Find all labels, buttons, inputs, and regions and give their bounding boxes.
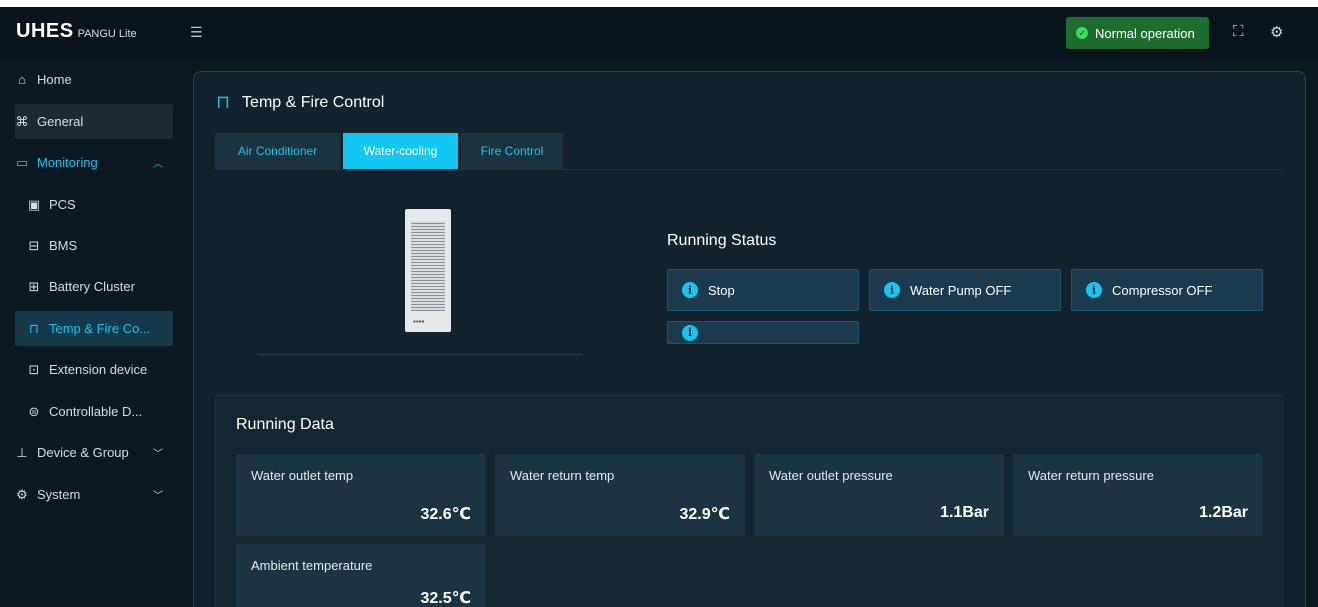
unit-divider <box>258 354 583 355</box>
sidebar-item-temp-fire-control[interactable]: ⊓ Temp & Fire Co... <box>15 311 173 346</box>
info-icon: i <box>682 282 698 298</box>
data-card-label: Water outlet pressure <box>769 468 893 483</box>
battery-cluster-icon: ⊞ <box>28 278 40 294</box>
cog-icon: ⚙ <box>16 486 28 502</box>
sidebar-item-label: Battery Cluster <box>49 279 135 294</box>
sidebar-item-label: PCS <box>49 197 76 212</box>
sidebar-item-label: Controllable D... <box>49 404 143 419</box>
sidebar-item-pcs[interactable]: ▣ PCS <box>15 187 173 222</box>
sidebar-item-extension-device[interactable]: ⊡ Extension device <box>15 352 173 387</box>
unit-grille <box>411 221 445 311</box>
unit-base: ▪▪▪▪ <box>413 317 425 326</box>
sidebar-item-label: BMS <box>49 238 78 253</box>
app-logo[interactable]: UHES PANGU Lite <box>16 20 137 43</box>
logo-product: PANGU Lite <box>77 28 137 40</box>
status-label: Water Pump OFF <box>910 282 1012 298</box>
home-icon: ⌂ <box>18 72 26 87</box>
running-status-title: Running Status <box>667 232 777 249</box>
sidebar-item-label: System <box>37 487 81 502</box>
info-icon: i <box>1086 282 1102 298</box>
page-title: ⊓ Temp & Fire Control <box>216 92 384 113</box>
hierarchy-icon: ⊥ <box>16 444 28 460</box>
grid-icon: ⌘ <box>15 113 29 129</box>
chevron-down-icon: ﹀ <box>153 449 163 460</box>
data-card-label: Water return pressure <box>1028 468 1154 483</box>
sidebar-item-label: Temp & Fire Co... <box>49 321 151 336</box>
sidebar-item-label: Device & Group <box>37 445 129 460</box>
info-icon: i <box>682 324 698 341</box>
top-bar: UHES PANGU Lite ☰ ✓ Normal operation ⛶ ⚙ <box>0 0 1318 60</box>
data-card-label: Water return temp <box>510 468 615 483</box>
sidebar-item-controllable-device[interactable]: ⊜ Controllable D... <box>15 394 173 429</box>
data-card-water-return-temp: Water return temp 32.9℃ <box>495 454 745 536</box>
data-card-ambient-temperature: Ambient temperature 32.5℃ <box>236 544 486 607</box>
running-data-title: Running Data <box>236 416 334 433</box>
water-cooling-unit-image: ▪▪▪▪ <box>405 209 451 332</box>
sidebar-item-label: General <box>37 114 84 129</box>
page-title-text: Temp & Fire Control <box>242 93 385 111</box>
tab-divider <box>215 169 1283 170</box>
sidebar-item-label: Monitoring <box>37 155 98 170</box>
data-card-water-return-pressure: Water return pressure 1.2Bar <box>1013 454 1263 536</box>
status-compressor: i Compressor OFF <box>1071 269 1263 311</box>
data-card-value: 1.2Bar <box>1199 504 1248 521</box>
info-icon: i <box>884 282 900 298</box>
extinguisher-icon: ⊓ <box>28 320 40 336</box>
data-card-label: Water outlet temp <box>251 468 354 483</box>
sidebar-item-monitoring[interactable]: ▭ Monitoring ︿ <box>15 145 173 180</box>
data-card-value: 1.1Bar <box>940 504 989 521</box>
tab-air-conditioner[interactable]: Air Conditioner <box>215 133 340 169</box>
status-water-pump: i Water Pump OFF <box>869 269 1061 311</box>
status-label: Compressor OFF <box>1112 282 1213 298</box>
monitor-icon: ▭ <box>15 154 29 170</box>
menu-collapse-icon[interactable]: ☰ <box>190 24 203 41</box>
status-running-state: i Stop <box>667 269 859 311</box>
settings-gear-icon[interactable]: ⚙ <box>1270 23 1283 41</box>
sidebar-item-bms[interactable]: ⊟ BMS <box>15 228 173 263</box>
data-card-label: Ambient temperature <box>251 558 373 573</box>
status-label: Stop <box>708 282 735 298</box>
data-card-value: 32.5℃ <box>420 590 471 607</box>
sidebar-item-label: Extension device <box>49 362 148 377</box>
extinguisher-icon: ⊓ <box>216 92 231 112</box>
sidebar-item-system[interactable]: ⚙ System ﹀ <box>15 477 173 512</box>
data-card-value: 32.9℃ <box>679 506 730 523</box>
operation-status-text: Normal operation <box>1095 25 1195 41</box>
tab-fire-control[interactable]: Fire Control <box>461 133 563 169</box>
tab-water-cooling[interactable]: Water-cooling <box>343 133 458 169</box>
chevron-up-icon: ︿ <box>153 159 163 170</box>
pcs-icon: ▣ <box>27 196 41 212</box>
data-card-water-outlet-temp: Water outlet temp 32.6℃ <box>236 454 486 536</box>
sidebar-item-device-group[interactable]: ⊥ Device & Group ﹀ <box>15 435 173 470</box>
device-icon: ⊡ <box>28 361 40 377</box>
battery-icon: ⊟ <box>28 237 40 253</box>
sidebar-item-battery-cluster[interactable]: ⊞ Battery Cluster <box>15 269 173 304</box>
data-card-value: 32.6℃ <box>420 506 471 523</box>
sidebar-item-label: Home <box>37 72 72 87</box>
sidebar-item-general[interactable]: ⌘ General <box>15 104 173 139</box>
status-extra: i <box>667 321 859 344</box>
device-tabs: Air Conditioner Water-cooling Fire Contr… <box>215 133 563 169</box>
fullscreen-icon[interactable]: ⛶ <box>1233 23 1244 40</box>
operation-status-badge: ✓ Normal operation <box>1066 17 1209 49</box>
chevron-down-icon: ﹀ <box>153 491 163 502</box>
logo-brand: UHES <box>16 20 74 42</box>
check-circle-icon: ✓ <box>1076 27 1088 39</box>
sidebar-item-home[interactable]: ⌂ Home <box>15 62 173 97</box>
top-strip <box>0 0 1318 7</box>
data-card-water-outlet-pressure: Water outlet pressure 1.1Bar <box>754 454 1004 536</box>
controller-icon: ⊜ <box>28 403 40 419</box>
